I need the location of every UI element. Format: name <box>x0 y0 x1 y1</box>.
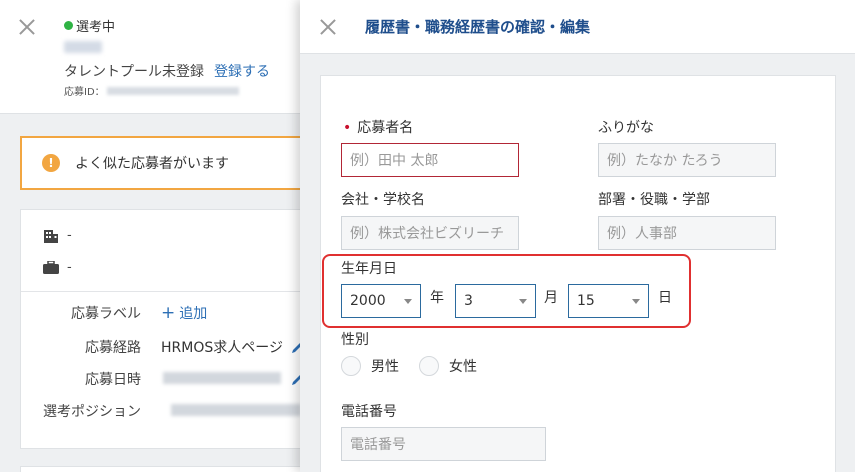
company-school-label: 会社・学校名 <box>341 192 425 208</box>
birth-year-value: 2000 <box>350 293 386 309</box>
department-label: 部署・役職・学部 <box>598 192 710 208</box>
gender-radio-male[interactable]: 男性 <box>341 356 399 376</box>
application-date-label: 応募日時 <box>85 372 141 388</box>
card-divider <box>21 291 301 292</box>
applicant-name-redacted <box>64 41 102 53</box>
required-indicator: • <box>343 120 352 136</box>
phone-label: 電話番号 <box>341 404 397 420</box>
chevron-down-icon <box>404 298 412 304</box>
birth-month-select[interactable]: 3 <box>455 284 536 318</box>
duplicate-applicant-notice[interactable]: ! よく似た応募者がいます <box>20 136 320 190</box>
application-route-value: HRMOS求人ページ <box>161 340 283 356</box>
radio-circle-icon <box>419 356 439 376</box>
applicant-info-card: - - 応募ラベル + 追加 応募経路 HRMOS求人ページ 応募日時 選考ポジシ… <box>20 209 302 449</box>
next-card <box>20 466 300 472</box>
close-icon[interactable] <box>16 16 38 38</box>
birth-month-value: 3 <box>464 293 473 309</box>
furigana-input[interactable]: 例）たなか たろう <box>598 143 776 177</box>
register-link[interactable]: 登録する <box>214 64 270 80</box>
selection-position-redacted <box>171 404 301 416</box>
applicant-name-input[interactable]: 例）田中 太郎 <box>341 143 519 177</box>
radio-circle-icon <box>341 356 361 376</box>
talent-pool-status: タレントプール未登録 <box>64 64 204 80</box>
drawer-title: 履歴書・職務経歴書の確認・編集 <box>365 18 591 36</box>
birth-day-select[interactable]: 15 <box>568 284 649 318</box>
applicant-name-label: • 応募者名 <box>343 117 413 137</box>
department-value: - <box>67 260 72 275</box>
selection-position-label: 選考ポジション <box>43 404 141 420</box>
birth-year-select[interactable]: 2000 <box>341 284 421 318</box>
alert-icon: ! <box>42 154 60 172</box>
briefcase-icon <box>43 261 59 274</box>
phone-input[interactable]: 電話番号 <box>341 427 546 461</box>
talent-pool-line: タレントプール未登録 登録する <box>64 61 270 81</box>
company-value: - <box>67 228 72 243</box>
close-icon[interactable] <box>318 17 338 37</box>
application-id-redacted <box>106 86 239 95</box>
year-unit: 年 <box>430 290 444 306</box>
birthdate-label: 生年月日 <box>341 261 397 277</box>
drawer-header: 履歴書・職務経歴書の確認・編集 <box>300 0 855 54</box>
application-date-redacted <box>163 372 281 384</box>
chevron-down-icon <box>519 298 527 304</box>
applicant-header: 選考中 タレントプール未登録 登録する 応募ID： <box>0 0 300 114</box>
gender-option-label: 女性 <box>449 359 477 375</box>
gender-label: 性別 <box>341 332 369 348</box>
gender-radio-female[interactable]: 女性 <box>419 356 477 376</box>
birth-day-value: 15 <box>577 293 595 309</box>
furigana-label: ふりがな <box>598 120 654 136</box>
status-dot-icon <box>64 21 73 30</box>
company-row: - <box>43 228 72 243</box>
department-row: - <box>43 260 72 275</box>
day-unit: 日 <box>658 290 672 306</box>
plus-icon: + <box>161 303 176 323</box>
add-label-button[interactable]: + 追加 <box>161 303 207 323</box>
applicant-name-label-text: 応募者名 <box>357 120 414 136</box>
building-icon <box>44 229 58 243</box>
chevron-down-icon <box>632 298 640 304</box>
department-input[interactable]: 例）人事部 <box>598 216 776 250</box>
status-label: 選考中 <box>76 20 116 35</box>
month-unit: 月 <box>544 290 558 306</box>
add-label-text: 追加 <box>179 306 208 322</box>
selection-status: 選考中 <box>64 16 115 35</box>
application-label-label: 応募ラベル <box>71 306 141 322</box>
company-school-input[interactable]: 例）株式会社ビズリーチ <box>341 216 519 250</box>
applicant-detail-panel: 選考中 タレントプール未登録 登録する 応募ID： ! よく似た応募者がいます - <box>0 0 320 472</box>
application-route-label: 応募経路 <box>85 340 141 356</box>
notice-text: よく似た応募者がいます <box>75 156 229 172</box>
application-id: 応募ID： <box>64 83 239 98</box>
application-id-label: 応募ID： <box>64 87 105 98</box>
gender-option-label: 男性 <box>371 359 399 375</box>
